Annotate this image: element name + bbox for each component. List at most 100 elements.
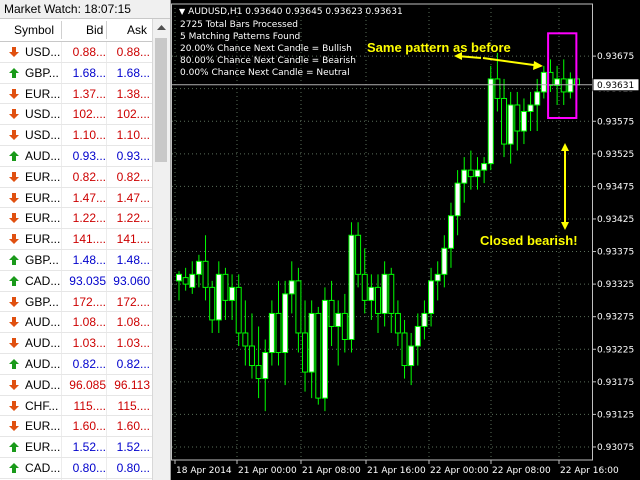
x-tick-label: 21 Apr 00:00 (238, 466, 297, 476)
table-row[interactable]: CAD... 0.80... 0.80... (0, 457, 152, 479)
x-tick-label: 18 Apr 2014 (176, 466, 232, 476)
bull-candle (189, 273, 196, 288)
market-watch-panel: Market Watch: 18:07:15 Symbol Bid Ask US… (0, 0, 171, 480)
row-symbol: EUR... (25, 232, 61, 247)
column-header-symbol[interactable]: Symbol (14, 23, 54, 37)
bear-candle (560, 78, 567, 93)
row-symbol: AUD... (25, 356, 61, 371)
table-row[interactable]: GBP... 1.68... 1.68... (0, 62, 152, 84)
x-tick-label: 22 Apr 00:00 (430, 466, 489, 476)
info-neutral-chance: 0.00% Chance Next Candle = Neutral (180, 68, 350, 78)
bear-candle (328, 299, 335, 327)
bear-candle (182, 277, 189, 285)
row-bid: 1.37... (72, 86, 106, 101)
bull-candle (447, 215, 454, 249)
scroll-up-arrow-icon[interactable] (153, 19, 170, 36)
row-bid: 93.035 (69, 273, 106, 288)
row-ask: 93.060 (113, 273, 150, 288)
row-ask: 0.80... (116, 460, 150, 475)
bull-candle (481, 163, 488, 171)
table-row[interactable]: USD... 1.10... 1.10... (0, 125, 152, 146)
info-matching-patterns: 5 Matching Patterns Found (180, 32, 301, 42)
arrow-down-icon (9, 88, 19, 99)
table-row[interactable]: EUR... 1.22... 1.22... (0, 208, 152, 230)
x-tick-label: 21 Apr 08:00 (302, 466, 361, 476)
bear-candle (394, 312, 401, 334)
table-row[interactable]: AUD... 1.08... 1.08... (0, 312, 152, 334)
y-tick-label: 0.93275 (597, 313, 634, 323)
bear-candle (361, 273, 368, 301)
table-row[interactable]: GBP... 1.48... 1.48... (0, 249, 152, 271)
column-separator[interactable] (106, 21, 107, 39)
row-bid: 102.... (72, 107, 106, 122)
row-ask: 115.... (117, 398, 150, 413)
row-ask: 0.82... (116, 356, 150, 371)
arrow-up-icon (9, 67, 19, 78)
row-symbol: EUR... (25, 419, 61, 434)
row-bid: 0.80... (72, 460, 106, 475)
bull-candle (262, 352, 269, 380)
table-row[interactable]: AUD... 1.03... 1.03... (0, 333, 152, 354)
y-tick-label: 0.93525 (597, 150, 634, 160)
column-header-ask[interactable]: Ask (127, 23, 147, 37)
table-row[interactable]: AUD... 0.82... 0.82... (0, 353, 152, 375)
arrow-down-icon (9, 296, 19, 307)
chart-window[interactable]: 0.936750.936250.935750.935250.934750.934… (171, 0, 640, 480)
table-row[interactable]: EUR... 1.37... 1.38... (0, 83, 152, 105)
vertical-scrollbar[interactable] (152, 19, 170, 480)
table-row[interactable]: CHF... 115.... 115.... (0, 395, 152, 417)
row-bid: 1.22... (72, 211, 106, 226)
bull-candle (434, 273, 441, 282)
bear-candle (222, 273, 229, 301)
bull-candle (195, 260, 202, 275)
table-row[interactable]: EUR... 1.52... 1.52... (0, 437, 152, 458)
bull-candle (421, 312, 428, 327)
column-separator[interactable] (61, 21, 62, 39)
row-ask: 1.47... (116, 190, 150, 205)
table-row[interactable]: GBP... 172.... 172.... (0, 291, 152, 313)
table-row[interactable]: EUR... 1.60... 1.60... (0, 416, 152, 438)
table-row[interactable]: EUR... 1.47... 1.47... (0, 187, 152, 209)
table-row[interactable]: EUR... 0.82... 0.82... (0, 166, 152, 188)
annotation-arrowhead (561, 143, 569, 151)
bull-candle (229, 286, 236, 301)
bull-candle (540, 71, 547, 93)
chart-dropdown-icon[interactable]: ▼ (179, 7, 185, 16)
row-ask: 1.10... (116, 128, 150, 143)
table-row[interactable]: CAD... 93.035 93.060 (0, 270, 152, 292)
row-ask: 0.93... (116, 148, 150, 163)
y-tick-label: 0.93375 (597, 248, 634, 258)
y-tick-label: 0.93075 (597, 443, 634, 453)
x-tick-label: 22 Apr 16:00 (560, 466, 619, 476)
table-row[interactable]: EUR... 141.... 141.... (0, 229, 152, 250)
bear-candle (242, 332, 249, 347)
bear-candle (494, 78, 501, 99)
row-bid: 1.47... (72, 190, 106, 205)
bull-candle (507, 104, 514, 145)
arrow-up-icon (9, 462, 19, 473)
bull-candle (215, 273, 222, 321)
table-row[interactable]: USD... 102.... 102.... (0, 104, 152, 126)
row-symbol: CAD... (25, 460, 61, 475)
scrollbar-thumb[interactable] (155, 38, 167, 162)
table-row[interactable]: AUD... 0.93... 0.93... (0, 145, 152, 167)
y-tick-label: 0.93325 (597, 280, 634, 290)
y-tick-label: 0.93175 (597, 378, 634, 388)
row-ask: 141.... (116, 232, 150, 247)
row-ask: 1.60... (116, 419, 150, 434)
row-symbol: AUD... (25, 315, 61, 330)
row-bid: 1.08... (72, 315, 106, 330)
row-symbol: CHF... (25, 398, 59, 413)
row-bid: 1.10... (72, 128, 106, 143)
table-row[interactable]: USD... 0.88... 0.88... (0, 42, 152, 63)
row-symbol: USD... (25, 107, 61, 122)
annotation-arrow-line (482, 57, 542, 67)
chart-header-value: AUDUSD,H1 0.93640 0.93645 0.93623 0.9363… (188, 7, 403, 17)
column-header-bid[interactable]: Bid (86, 23, 103, 37)
y-tick-label: 0.93475 (597, 182, 634, 192)
row-ask: 0.82... (116, 169, 150, 184)
row-ask: 1.68... (116, 65, 150, 80)
bull-candle (176, 273, 182, 282)
table-row[interactable]: AUD... 96.085 96.113 (0, 374, 152, 396)
bull-candle (368, 286, 375, 301)
